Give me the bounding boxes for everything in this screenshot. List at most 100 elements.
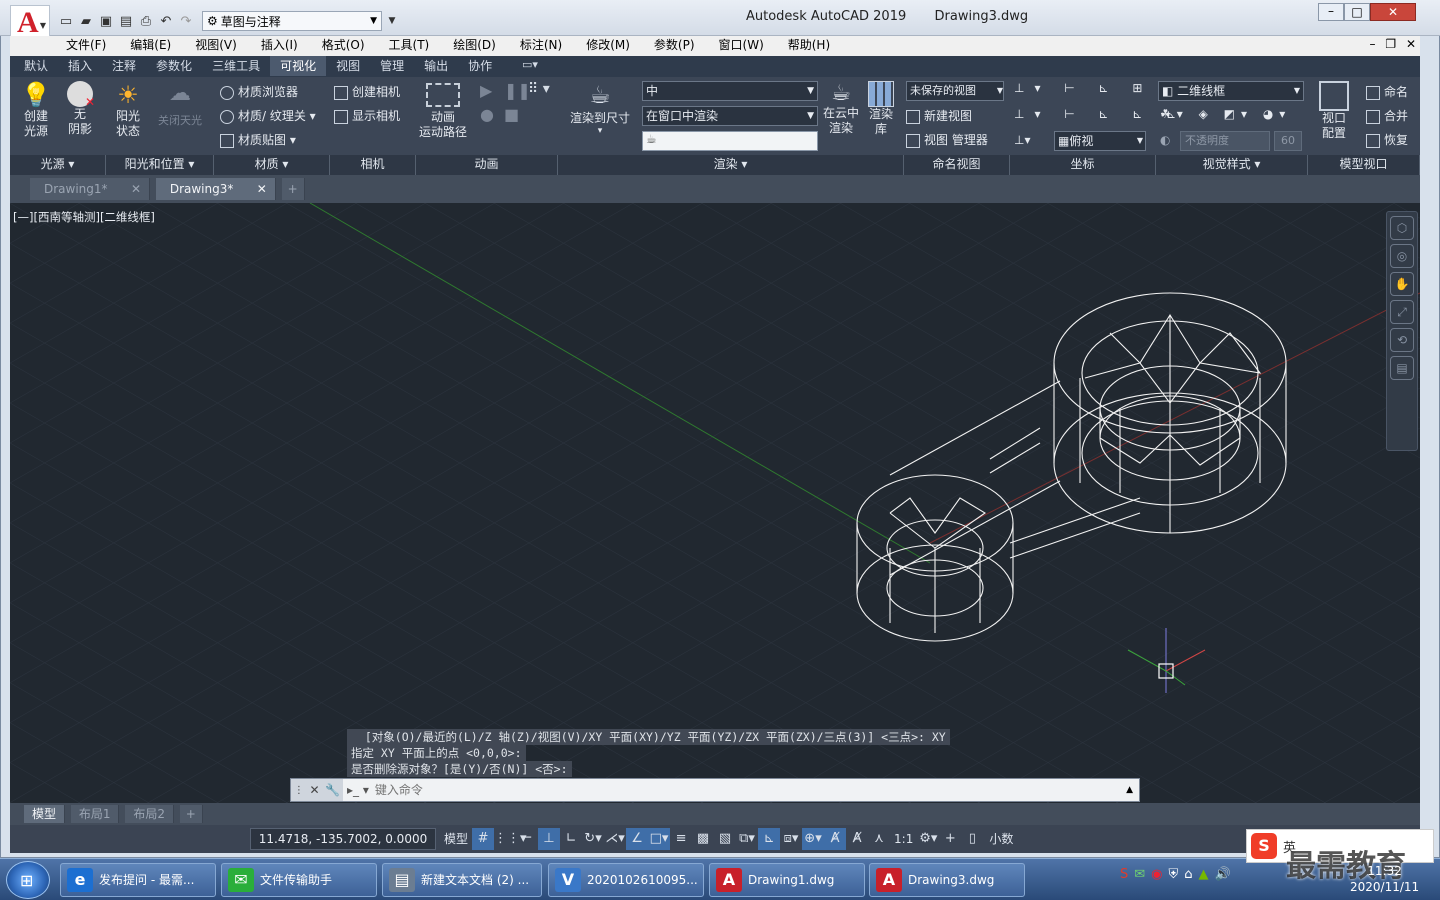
isodraft-icon[interactable]: ⋌▾ [604, 828, 626, 850]
menu-item[interactable]: 文件(F) [54, 36, 118, 54]
ribbon-toggle-icon[interactable]: ▭▾ [522, 58, 538, 71]
viewport-restore-button[interactable]: 恢复 [1366, 131, 1408, 148]
minimize-icon[interactable]: – [1318, 3, 1344, 21]
visual-style-tools[interactable]: ☘▾ ◈ ◩▾ ◕▾ [1160, 107, 1291, 121]
doc-tab-drawing3[interactable]: Drawing3* ✕ [155, 178, 276, 200]
render-panel-title[interactable]: 渲染 ▾ [558, 155, 904, 175]
visual-style-select[interactable]: ◧ 二维线框 ▼ [1158, 81, 1304, 101]
viewport-name-button[interactable]: 命名 [1366, 83, 1408, 100]
print-icon[interactable]: ⎙ [136, 11, 156, 31]
redo-icon[interactable]: ↷ [176, 11, 196, 31]
menu-item[interactable]: 窗口(W) [707, 36, 776, 54]
app-menu-button[interactable]: A ▼ [10, 5, 50, 39]
clock[interactable]: 11:32 2020/11/11 [1350, 863, 1419, 895]
new-file-icon[interactable]: ▭ [56, 11, 76, 31]
taskbar-item[interactable]: A Drawing1.dwg [709, 863, 865, 897]
system-tray-icons[interactable]: S✉◉⛨⌂▲🔊 [1120, 867, 1237, 882]
close-doc-icon[interactable]: ✕ [1406, 37, 1416, 51]
model-space-button[interactable]: 模型 [440, 828, 472, 850]
ribbon-tab[interactable]: 输出 [414, 56, 458, 76]
materials-panel-title[interactable]: 材质 ▾ [214, 155, 330, 175]
material-texture-button[interactable]: 材质/ 纹理关 ▾ [220, 107, 316, 124]
antivirus-icon[interactable]: ◉ [1151, 867, 1168, 882]
selection-cycling-icon[interactable]: ▧ [714, 828, 736, 850]
ime-icon[interactable]: S [1120, 867, 1134, 882]
object-snap-icon[interactable]: □▾ [648, 828, 671, 850]
dynamic-input-icon[interactable]: ⊥ [538, 828, 561, 850]
auto-scale-icon[interactable]: Ⱥ [846, 828, 868, 850]
customize-qat-icon[interactable]: ▼ [382, 11, 402, 31]
nvidia-icon[interactable]: ▲ [1199, 867, 1215, 882]
view-manager-button[interactable]: 视图 管理器 [906, 131, 988, 148]
annotation-scale-icon[interactable]: ⋏ [868, 828, 890, 850]
polar-icon[interactable]: ↻▾ [582, 828, 604, 850]
steering-wheel-icon[interactable]: ◎ [1390, 244, 1414, 268]
units-icon[interactable]: ▯ [961, 828, 983, 850]
cloud-render-button[interactable]: ☕ 在云中 渲染 [822, 81, 860, 136]
menu-item[interactable]: 插入(I) [249, 36, 310, 54]
pan-icon[interactable]: ✋ [1390, 272, 1414, 296]
create-light-button[interactable]: 💡 创建 光源 [18, 81, 54, 139]
zoom-icon[interactable]: ⤢ [1390, 300, 1414, 324]
selection-filter-icon[interactable]: ⧈▾ [780, 828, 802, 850]
command-prompt-icon[interactable]: ▸_ ▾ [347, 783, 369, 797]
minimize-doc-icon[interactable]: – [1370, 37, 1376, 51]
ucs-view-select[interactable]: ▦俯视 ▼ [1054, 131, 1146, 151]
named-view-select[interactable]: 未保存的视图 ▼ [906, 81, 1004, 101]
drawing-canvas[interactable]: [—][西南等轴测][二维线框] ⬡ ◎ ✋ ⤢ ⟲ ▤ [对象(O)/最近的(… [10, 203, 1420, 803]
menu-item[interactable]: 视图(V) [183, 36, 249, 54]
viewport-config-button[interactable]: 视口 配置 [1314, 81, 1354, 141]
object-snap-tracking-icon[interactable]: ∠ [626, 828, 649, 850]
lineweight-icon[interactable]: ≡ [670, 828, 692, 850]
taskbar-item[interactable]: V 2020102610095... [548, 863, 704, 897]
motion-path-button[interactable]: 动画 运动路径 [418, 83, 468, 140]
ribbon-tab[interactable]: 默认 [14, 56, 58, 76]
save-icon[interactable]: ▣ [96, 11, 116, 31]
pause-icon[interactable]: ❚❚ [504, 81, 531, 100]
material-mapping-button[interactable]: 材质贴图 ▾ [220, 131, 296, 148]
doc-tab-drawing1[interactable]: Drawing1* ✕ [30, 178, 150, 200]
sun-panel-title[interactable]: 阳光和位置 ▾ [106, 155, 214, 175]
taskbar-item[interactable]: e 发布提问 - 最需... [60, 863, 216, 897]
orbit-icon[interactable]: ⟲ [1390, 328, 1414, 352]
ribbon-tab[interactable]: 管理 [370, 56, 414, 76]
menu-item[interactable]: 参数(P) [642, 36, 707, 54]
menu-item[interactable]: 编辑(E) [118, 36, 183, 54]
menu-item[interactable]: 工具(T) [377, 36, 442, 54]
save-as-icon[interactable]: ▤ [116, 11, 136, 31]
render-quality-select[interactable]: 中 ▼ [642, 81, 818, 101]
layout-tab-model[interactable]: 模型 [24, 805, 66, 823]
ribbon-tab[interactable]: 三维工具 [202, 56, 270, 76]
layout-tab-layout2[interactable]: 布局2 [125, 805, 174, 823]
wechat-tray-icon[interactable]: ✉ [1134, 867, 1151, 882]
restore-doc-icon[interactable]: ❐ [1385, 37, 1396, 51]
steps-icon[interactable]: ⠿ ▾ [528, 81, 550, 97]
sky-off-button[interactable]: ☁ 关闭天光 [152, 81, 208, 128]
workspace-selector[interactable]: ⚙ 草图与注释 ▼ [202, 11, 382, 31]
wrench-icon[interactable]: 🔧 [325, 783, 340, 797]
record-icon[interactable]: ● [480, 105, 494, 124]
maximize-icon[interactable]: □ [1344, 3, 1370, 21]
ribbon-tab[interactable]: 注释 [102, 56, 146, 76]
stop-icon[interactable]: ■ [504, 105, 519, 124]
no-shadow-button[interactable]: ✕ 无 阴影 [62, 81, 98, 137]
material-browser-button[interactable]: 材质浏览器 [220, 83, 298, 100]
transparency-icon[interactable]: ▩ [692, 828, 714, 850]
play-icon[interactable]: ▶ [480, 81, 492, 100]
ribbon-tab[interactable]: 插入 [58, 56, 102, 76]
ribbon-tab[interactable]: 可视化 [270, 56, 327, 76]
dynamic-ucs-icon[interactable]: ⊾ [758, 828, 781, 850]
light-panel-title[interactable]: 光源 ▾ [10, 155, 106, 175]
start-button[interactable]: ⊞ [6, 861, 50, 899]
annotation-monitor-icon[interactable]: + [939, 828, 961, 850]
units-selector[interactable]: 小数 [983, 828, 1019, 850]
command-input[interactable] [374, 783, 1095, 797]
ribbon-tab[interactable]: 参数化 [146, 56, 202, 76]
new-tab-button[interactable]: + [281, 178, 305, 200]
infer-constraints-icon[interactable]: ⌐ [516, 828, 538, 850]
sogou-icon[interactable]: S [1251, 833, 1277, 859]
render-library-button[interactable]: 渲染 库 [866, 81, 896, 137]
showmotion-icon[interactable]: ▤ [1390, 356, 1414, 380]
menu-item[interactable]: 标注(N) [508, 36, 574, 54]
ribbon-tab[interactable]: 协作 [458, 56, 502, 76]
